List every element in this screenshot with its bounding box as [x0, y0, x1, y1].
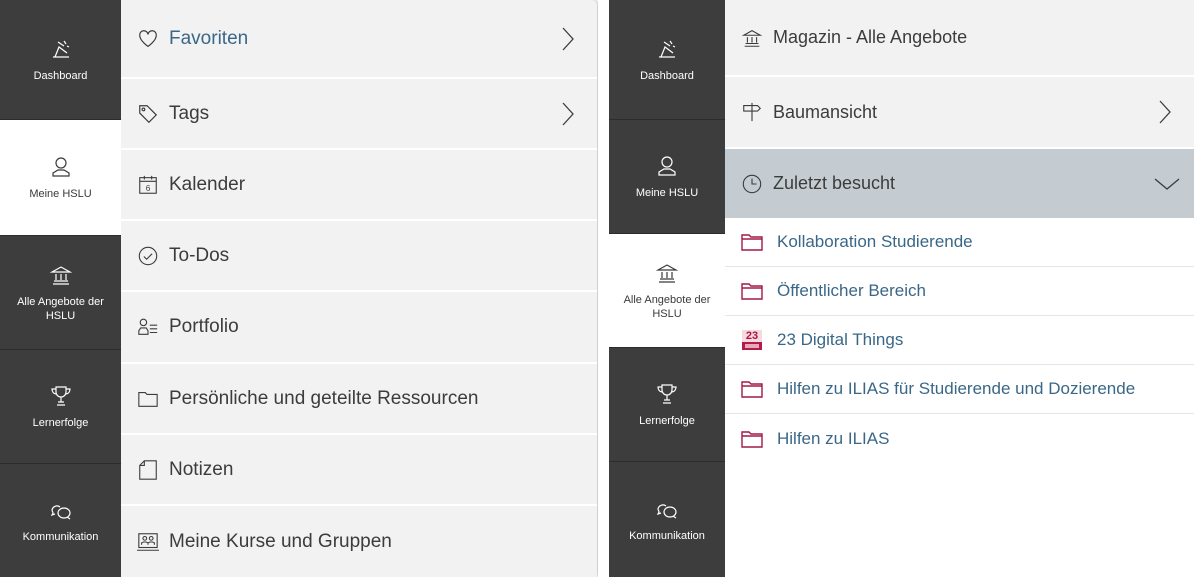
institution-icon: [655, 263, 679, 283]
institution-icon: [49, 265, 72, 285]
menu-item-label: Magazin - Alle Angebote: [773, 27, 968, 47]
rail-item-alle-angebote[interactable]: Alle Angebote der HSLU: [0, 236, 121, 350]
menu-item-label: Persönliche und geteilte Ressourcen: [169, 387, 479, 409]
recent-item-hilfen-ilias[interactable]: Hilfen zu ILIAS: [725, 414, 1194, 463]
menu-item-label: Portfolio: [169, 316, 239, 337]
rail-item-dashboard[interactable]: Dashboard: [0, 0, 121, 120]
main-menu-panel-right: Dashboard Meine HSLU Alle Angebote der H…: [609, 0, 1194, 577]
person-icon: [51, 156, 70, 177]
menu-item-label: Notizen: [169, 458, 234, 480]
menu-item-ressourcen[interactable]: Persönliche und geteilte Ressourcen: [121, 364, 597, 435]
rail-item-label: Kommunikation: [629, 529, 705, 542]
folder-icon: [138, 391, 158, 407]
rail-item-meine-hslu[interactable]: Meine HSLU: [0, 120, 121, 236]
heart-icon: [139, 29, 157, 47]
menu-item-label: Favoriten: [169, 27, 249, 49]
check-circle-icon: [138, 246, 158, 265]
menu-item-label: Kalender: [169, 173, 246, 195]
dashboard-icon: [52, 40, 69, 58]
recent-item-label: Öffentlicher Bereich: [777, 281, 926, 300]
rail-item-kommunikation[interactable]: Kommunikation: [609, 462, 725, 577]
menu-item-portfolio[interactable]: Portfolio: [121, 292, 597, 364]
chat-icon: [656, 503, 677, 518]
submenu-alle-angebote: Magazin - Alle Angebote Baumansicht Zule…: [725, 0, 1194, 577]
rail-item-label: Meine HSLU: [29, 187, 92, 200]
menu-item-tags[interactable]: Tags: [121, 79, 597, 150]
rail-item-lernerfolge[interactable]: Lernerfolge: [0, 350, 121, 464]
submenu-meine-hslu: Favoriten Tags 6 Kalender To-Dos Portfol…: [121, 0, 597, 577]
rail-item-kommunikation[interactable]: Kommunikation: [0, 464, 121, 577]
badge-23-icon: 23: [742, 330, 762, 350]
rail-item-meine-hslu[interactable]: Meine HSLU: [609, 120, 725, 234]
folder-icon: [741, 381, 763, 398]
recent-item-23-digital-things[interactable]: 23 23 Digital Things: [725, 316, 1194, 365]
chevron-down-icon: [1154, 178, 1180, 190]
rail-item-label: Alle Angebote der HSLU: [17, 295, 104, 322]
menu-item-label: Tags: [169, 102, 210, 124]
badge-23-text: 23: [742, 330, 762, 342]
menu-item-todos[interactable]: To-Dos: [121, 221, 597, 292]
recent-item-label: Kollaboration Studierende: [777, 232, 973, 251]
chevron-right-icon: [562, 27, 574, 50]
rail-item-label: Lernerfolge: [639, 414, 695, 427]
menu-item-label: Meine Kurse und Gruppen: [169, 530, 392, 552]
menu-item-kalender[interactable]: 6 Kalender: [121, 150, 597, 221]
menu-item-notizen[interactable]: Notizen: [121, 435, 597, 506]
menu-item-magazin[interactable]: Magazin - Alle Angebote: [725, 0, 1194, 77]
recent-item-label: 23 Digital Things: [777, 330, 904, 349]
trophy-icon: [50, 385, 71, 406]
menu-item-favoriten[interactable]: Favoriten: [121, 0, 597, 79]
person-icon: [658, 155, 676, 176]
trophy-icon: [657, 383, 677, 404]
main-navigation-rail: Dashboard Meine HSLU Alle Angebote der H…: [609, 0, 725, 577]
dashboard-icon: [659, 40, 676, 58]
panel-separator: [598, 0, 609, 577]
main-menu-panel-left: Dashboard Meine HSLU Alle Angebote der H…: [0, 0, 597, 577]
calendar-day: 6: [146, 183, 151, 192]
rail-item-label: Meine HSLU: [635, 186, 699, 199]
menu-item-label: Zuletzt besucht: [773, 173, 896, 193]
courses-icon: [137, 532, 159, 551]
recent-item-label: Hilfen zu ILIAS: [777, 428, 890, 448]
recent-item-oeffentlicher-bereich[interactable]: Öffentlicher Bereich: [725, 267, 1194, 316]
rail-item-dashboard[interactable]: Dashboard: [609, 0, 725, 120]
rail-item-label: Alle Angebote der HSLU: [623, 293, 711, 320]
rail-item-label: Dashboard: [640, 69, 694, 82]
menu-item-zuletzt-besucht[interactable]: Zuletzt besucht: [725, 149, 1194, 218]
rail-item-alle-angebote[interactable]: Alle Angebote der HSLU: [609, 234, 725, 348]
recent-item-hilfen-studierende-dozierende[interactable]: Hilfen zu ILIAS für Studierende und Dozi…: [725, 365, 1194, 414]
chat-icon: [50, 504, 71, 519]
institution-icon: [741, 29, 763, 47]
rail-item-label: Dashboard: [33, 69, 88, 82]
folder-icon: [741, 430, 763, 448]
note-icon: [139, 459, 157, 480]
menu-item-label: Baumansicht: [773, 101, 878, 122]
rail-item-lernerfolge[interactable]: Lernerfolge: [609, 348, 725, 462]
chevron-right-icon: [1159, 100, 1171, 124]
menu-item-label: To-Dos: [169, 244, 230, 266]
calendar-icon: 6: [139, 175, 157, 194]
rail-item-label: Lernerfolge: [32, 416, 89, 429]
recent-item-kollaboration[interactable]: Kollaboration Studierende: [725, 218, 1194, 267]
clock-icon: [742, 174, 762, 193]
folder-icon: [741, 283, 763, 300]
portfolio-icon: [138, 318, 158, 335]
menu-item-baumansicht[interactable]: Baumansicht: [725, 77, 1194, 149]
tag-icon: [139, 104, 158, 123]
chevron-right-icon: [562, 102, 574, 125]
main-navigation-rail: Dashboard Meine HSLU Alle Angebote der H…: [0, 0, 121, 577]
recent-item-label: Hilfen zu ILIAS für Studierende und Dozi…: [777, 379, 1136, 398]
folder-icon: [741, 234, 763, 251]
signpost-icon: [743, 102, 762, 122]
menu-item-kurse-gruppen[interactable]: Meine Kurse und Gruppen: [121, 506, 597, 577]
rail-item-label: Kommunikation: [22, 530, 99, 543]
